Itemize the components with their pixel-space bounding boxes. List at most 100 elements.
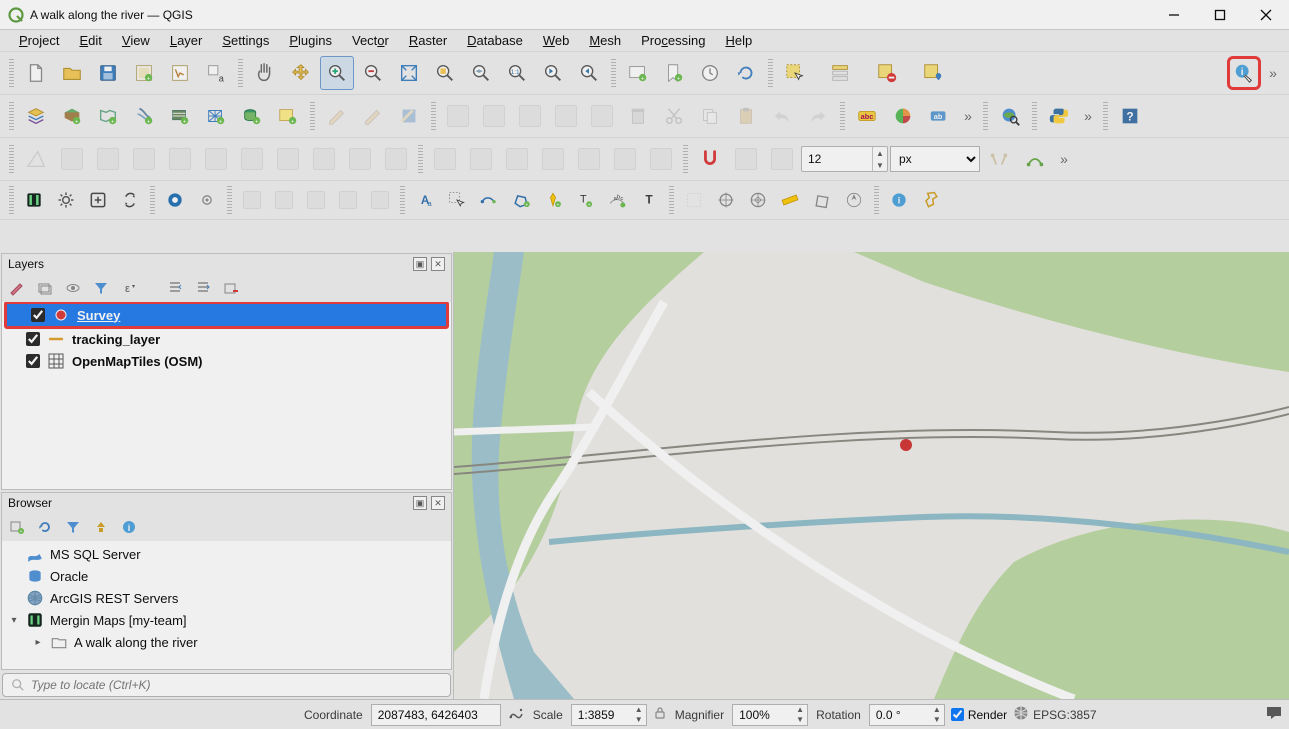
annotation-text-format-button[interactable]: T [634, 185, 664, 215]
magnifier-input[interactable]: ▲▼ [732, 704, 808, 726]
menu-settings[interactable]: Settings [213, 31, 278, 50]
adv-tool-4[interactable] [163, 142, 197, 176]
help-button[interactable]: ? [1113, 99, 1147, 133]
toolbar-grip[interactable] [9, 59, 14, 87]
extents-toggle-icon[interactable] [507, 704, 525, 725]
coordinate-input[interactable] [371, 704, 501, 726]
style-manager-button[interactable]: a [199, 56, 233, 90]
panel-close-button[interactable]: ✕ [431, 496, 445, 510]
zoom-to-selection-button[interactable] [428, 56, 462, 90]
lock-scale-icon[interactable] [653, 706, 667, 723]
mergin-sync-button[interactable] [115, 185, 145, 215]
map-canvas[interactable] [454, 252, 1289, 699]
adv-tool-5[interactable] [199, 142, 233, 176]
toolbar-grip[interactable] [9, 186, 14, 214]
zoom-native-button[interactable]: 1:1 [500, 56, 534, 90]
open-layer-styling-button[interactable] [8, 279, 26, 297]
collapse-all-button[interactable] [92, 518, 110, 536]
deselect-all-button[interactable] [870, 56, 904, 90]
filter-legend-button[interactable] [92, 279, 110, 297]
show-labels-button[interactable]: abc [850, 99, 884, 133]
measure-bearing-button[interactable] [839, 185, 869, 215]
adv-tool-1[interactable] [55, 142, 89, 176]
identify-features-button[interactable]: i [1227, 56, 1261, 90]
adv-tool-9[interactable] [343, 142, 377, 176]
toolbar-grip[interactable] [9, 145, 14, 173]
toolbar-grip[interactable] [874, 186, 879, 214]
toolbar-grip[interactable] [1032, 102, 1037, 130]
select-all-button[interactable] [679, 185, 709, 215]
modify-attributes-button[interactable] [585, 99, 619, 133]
browser-item-project[interactable]: ▸A walk along the river [2, 631, 451, 653]
select-annotation-button[interactable] [442, 185, 472, 215]
shape-tool-2[interactable] [464, 142, 498, 176]
zoom-full-button[interactable] [392, 56, 426, 90]
create-marker-annotation-button[interactable]: + [538, 185, 568, 215]
toolbar-grip[interactable] [683, 145, 688, 173]
new-print-layout-button[interactable]: + [127, 56, 161, 90]
toolbar-grip[interactable] [418, 145, 423, 173]
browser-item-mssql[interactable]: MS SQL Server [2, 543, 451, 565]
menu-web[interactable]: Web [534, 31, 579, 50]
zoom-last-button[interactable] [536, 56, 570, 90]
mesh-tool-3[interactable] [301, 185, 331, 215]
collapse-all-button[interactable] [194, 279, 212, 297]
mesh-tool-1[interactable] [237, 185, 267, 215]
zoom-in-button[interactable] [320, 56, 354, 90]
menu-database[interactable]: Database [458, 31, 532, 50]
osm-download-button[interactable] [160, 185, 190, 215]
temporal-controller-button[interactable] [693, 56, 727, 90]
adv-tool-8[interactable] [307, 142, 341, 176]
survey-point-feature[interactable] [900, 439, 912, 451]
modify-annotation-button[interactable] [474, 185, 504, 215]
menu-view[interactable]: View [113, 31, 159, 50]
undo-button[interactable] [765, 99, 799, 133]
refresh-browser-button[interactable] [36, 518, 54, 536]
new-spatial-bookmark-button[interactable]: + [657, 56, 691, 90]
toolbar-grip[interactable] [238, 59, 243, 87]
layer-row-osm[interactable]: OpenMapTiles (OSM) [2, 350, 451, 372]
layer-visibility-checkbox[interactable] [31, 308, 45, 322]
layer-visibility-checkbox[interactable] [26, 332, 40, 346]
snapping-options-button[interactable] [729, 142, 763, 176]
toolbar-grip[interactable] [669, 186, 674, 214]
zoom-to-layer-button[interactable] [464, 56, 498, 90]
annotation-text-button[interactable]: Aa [410, 185, 440, 215]
messages-button[interactable] [1265, 704, 1283, 725]
add-selected-layers-button[interactable]: + [8, 518, 26, 536]
locator-bar[interactable] [2, 673, 451, 697]
toolbar-overflow-icon[interactable]: » [1263, 56, 1283, 90]
browser-item-arcgis[interactable]: ArcGIS REST Servers [2, 587, 451, 609]
adv-tool-10[interactable] [379, 142, 413, 176]
delete-selected-button[interactable] [621, 99, 655, 133]
toolbar-grip[interactable] [768, 59, 773, 87]
browser-tree[interactable]: MS SQL Server Oracle ArcGIS REST Servers… [2, 541, 451, 669]
browser-item-mergin[interactable]: ▾Mergin Maps [my-team] [2, 609, 451, 631]
save-project-button[interactable] [91, 56, 125, 90]
filter-by-expression-button[interactable]: ε▾ [120, 279, 138, 297]
toolbar-grip[interactable] [310, 102, 315, 130]
new-gps-layer-button[interactable]: + [235, 99, 269, 133]
topological-editing-button[interactable] [982, 142, 1016, 176]
spin-down-icon[interactable]: ▼ [873, 159, 887, 171]
snapping-unit-select[interactable]: px [890, 146, 980, 172]
zoom-next-button[interactable] [572, 56, 606, 90]
refresh-button[interactable] [729, 56, 763, 90]
processing-toolbox-button[interactable] [916, 185, 946, 215]
vertex-tool-button[interactable] [549, 99, 583, 133]
create-text-along-line-button[interactable]: abc [602, 185, 632, 215]
new-virtual-layer-button[interactable]: + [271, 99, 305, 133]
render-checkbox[interactable]: Render [951, 708, 1007, 722]
window-minimize-button[interactable] [1151, 0, 1197, 30]
add-feature-button[interactable] [441, 99, 475, 133]
shape-tool-4[interactable] [536, 142, 570, 176]
pan-button[interactable] [248, 56, 282, 90]
adv-tool-3[interactable] [127, 142, 161, 176]
adv-tool-2[interactable] [91, 142, 125, 176]
remove-layer-button[interactable] [222, 279, 240, 297]
menu-project[interactable]: Project [10, 31, 68, 50]
create-polygon-annotation-button[interactable]: + [506, 185, 536, 215]
paste-features-button[interactable] [729, 99, 763, 133]
spin-up-icon[interactable]: ▲ [873, 147, 887, 159]
pan-to-selection-button[interactable] [284, 56, 318, 90]
